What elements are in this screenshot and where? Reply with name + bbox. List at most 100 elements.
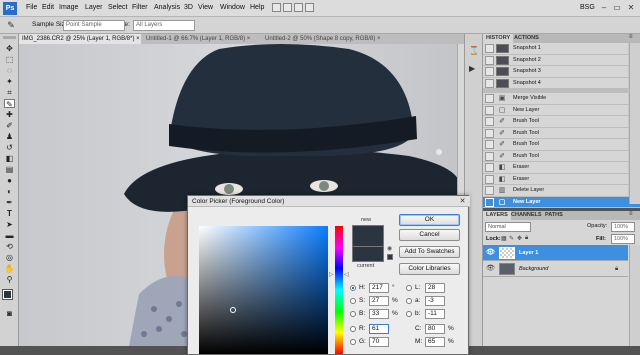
history-source-checkbox[interactable] <box>485 163 494 172</box>
history-item[interactable]: ▣ Merge Visible <box>483 93 640 105</box>
marquee-tool-icon[interactable]: ⬚ <box>4 55 15 64</box>
menu-select[interactable]: Select <box>108 4 127 11</box>
healing-brush-tool-icon[interactable]: ✚ <box>4 110 15 119</box>
history-item[interactable]: ✐ Brush Tool <box>483 139 640 151</box>
brightness-radio[interactable] <box>350 311 356 317</box>
workspace-switcher[interactable]: BSG <box>580 4 595 11</box>
clone-stamp-tool-icon[interactable]: ♟ <box>4 132 15 141</box>
sample-select[interactable]: All Layers <box>133 20 195 31</box>
blend-mode-select[interactable]: Normal <box>485 222 531 232</box>
history-panel-icon[interactable]: ⌛ <box>469 46 479 55</box>
current-color-swatch[interactable] <box>352 246 384 262</box>
saturation-radio[interactable] <box>350 298 356 304</box>
layer-name[interactable]: Layer 1 <box>519 245 538 261</box>
lock-transparent-icon[interactable]: ▦ <box>501 235 507 242</box>
menu-window[interactable]: Window <box>220 4 245 11</box>
menu-layer[interactable]: Layer <box>85 4 103 11</box>
history-source-checkbox[interactable] <box>485 197 494 207</box>
history-item[interactable]: ✐ Brush Tool <box>483 128 640 139</box>
dialog-close-icon[interactable]: ✕ <box>458 197 467 206</box>
history-item[interactable]: Snapshot 4 <box>483 78 640 89</box>
layers-scrollbar[interactable] <box>629 245 640 346</box>
lightness-field[interactable]: 28 <box>425 283 445 293</box>
panel-menu-icon[interactable]: ≡ <box>629 34 633 40</box>
color-libraries-button[interactable]: Color Libraries <box>399 263 460 275</box>
lock-all-icon[interactable]: 🔒︎ <box>525 235 528 242</box>
history-source-checkbox[interactable] <box>485 78 494 88</box>
history-source-checkbox[interactable] <box>485 44 494 53</box>
quick-selection-tool-icon[interactable]: ✦ <box>4 77 15 86</box>
3d-rotate-tool-icon[interactable]: ⟲ <box>4 242 15 251</box>
gradient-tool-icon[interactable]: ▤ <box>4 165 15 174</box>
history-item[interactable]: ✐ Brush Tool <box>483 151 640 162</box>
lock-image-icon[interactable]: ✎ <box>509 235 514 242</box>
history-source-checkbox[interactable] <box>485 128 494 138</box>
zoom-level-icon[interactable] <box>294 3 303 12</box>
visibility-eye-icon[interactable]: 👁︎ <box>486 261 495 277</box>
ok-button[interactable]: OK <box>399 214 460 226</box>
blur-tool-icon[interactable]: ● <box>4 176 15 185</box>
menu-file[interactable]: File <box>26 4 37 11</box>
history-item[interactable]: Snapshot 3 <box>483 66 640 78</box>
maximize-icon[interactable]: ▭ <box>611 2 623 14</box>
history-item[interactable]: ▥ Delete Layer <box>483 185 640 197</box>
menu-image[interactable]: Image <box>59 4 78 11</box>
cancel-button[interactable]: Cancel <box>399 229 460 241</box>
menu-edit[interactable]: Edit <box>42 4 54 11</box>
pen-tool-icon[interactable]: ✒ <box>4 198 15 207</box>
visibility-eye-icon[interactable]: 👁︎ <box>486 245 495 261</box>
quick-mask-icon[interactable]: ◙ <box>4 309 15 318</box>
web-safe-swatch[interactable] <box>387 254 393 260</box>
menu-analysis[interactable]: Analysis <box>154 4 180 11</box>
history-scrollbar[interactable] <box>629 43 640 204</box>
hue-radio[interactable] <box>350 285 356 291</box>
arrange-documents-icon[interactable] <box>305 3 314 12</box>
saturation-field[interactable]: 27 <box>369 296 389 306</box>
history-source-checkbox[interactable] <box>485 117 494 126</box>
minimize-icon[interactable]: – <box>598 2 610 14</box>
hand-tool-icon[interactable]: ✋ <box>4 264 15 273</box>
hue-slider-right-arrow-icon[interactable]: ◁ <box>344 271 349 278</box>
history-item[interactable]: ✐ Brush Tool <box>483 116 640 128</box>
dodge-tool-icon[interactable]: ◐ <box>4 187 15 196</box>
eyedropper-icon[interactable]: ✎ <box>4 20 18 31</box>
eraser-tool-icon[interactable]: ◧ <box>4 154 15 163</box>
shape-tool-icon[interactable]: ▬ <box>4 231 15 240</box>
foreground-color-swatch[interactable] <box>2 289 13 300</box>
lightness-radio[interactable] <box>406 285 412 291</box>
bridge-icon[interactable] <box>272 3 281 12</box>
history-brush-tool-icon[interactable]: ↺ <box>4 143 15 152</box>
brush-tool-icon[interactable]: ✐ <box>4 121 15 130</box>
tab-actions[interactable]: ACTIONS <box>511 34 542 43</box>
doc-tab-untitled-2[interactable]: Untitled-2 @ 50% (Shape 8 copy, RGB/8) × <box>262 34 412 44</box>
history-source-checkbox[interactable] <box>485 94 494 103</box>
b-channel-radio[interactable] <box>406 311 412 317</box>
red-field[interactable]: 61 <box>369 324 389 334</box>
history-item[interactable]: ▢ New Layer <box>483 105 640 116</box>
a-channel-radio[interactable] <box>406 298 412 304</box>
history-source-checkbox[interactable] <box>485 174 494 184</box>
lock-position-icon[interactable]: ✥ <box>517 235 522 242</box>
zoom-tool-icon[interactable]: ⚲ <box>4 275 15 284</box>
history-item-selected[interactable]: ▢ New Layer <box>483 196 640 208</box>
tab-layers[interactable]: LAYERS <box>483 211 511 220</box>
doc-tab-untitled-1[interactable]: Untitled-1 @ 66.7% (Layer 1, RGB/8) × <box>143 34 261 44</box>
history-item[interactable]: ◧ Eraser <box>483 174 640 185</box>
opacity-field[interactable]: 100% <box>611 222 635 232</box>
history-source-checkbox[interactable] <box>485 67 494 76</box>
a-channel-field[interactable]: -3 <box>425 296 445 306</box>
web-safe-warning-icon[interactable]: ◉ <box>387 245 392 252</box>
add-to-swatches-button[interactable]: Add To Swatches <box>399 246 460 258</box>
tab-channels[interactable]: CHANNELS <box>508 211 545 220</box>
menu-3d[interactable]: 3D <box>184 4 193 11</box>
path-selection-tool-icon[interactable]: ➤ <box>4 220 15 229</box>
history-item[interactable]: Snapshot 1 <box>483 43 640 55</box>
sample-size-select[interactable]: Point Sample <box>63 20 125 31</box>
tab-paths[interactable]: PATHS <box>542 211 566 220</box>
history-item[interactable]: ◧ Eraser <box>483 162 640 174</box>
history-item[interactable]: Snapshot 2 <box>483 55 640 66</box>
hue-field[interactable]: 217 <box>369 283 389 293</box>
history-source-checkbox[interactable] <box>485 151 494 161</box>
history-source-checkbox[interactable] <box>485 140 494 149</box>
history-source-checkbox[interactable] <box>485 55 494 65</box>
